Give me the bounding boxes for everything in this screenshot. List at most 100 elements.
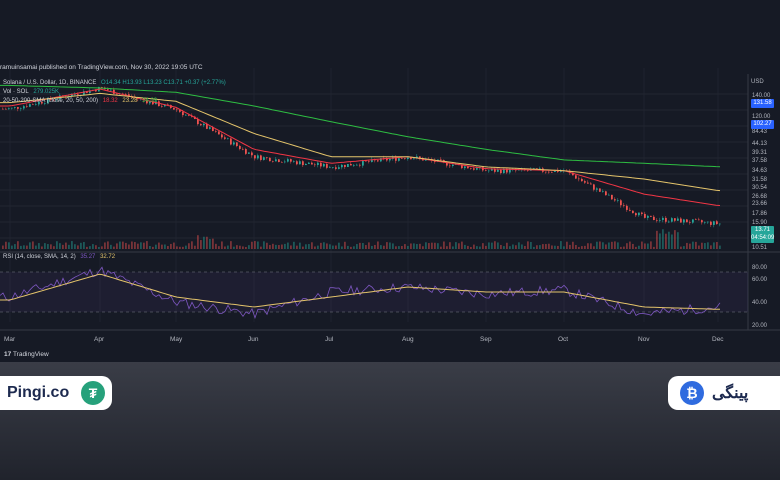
- volume-bar: [146, 241, 148, 249]
- volume-bar: [308, 244, 310, 249]
- candle-body: [650, 215, 652, 217]
- volume-bar: [35, 245, 37, 249]
- volume-bar: [29, 242, 31, 249]
- volume-bar: [215, 243, 217, 249]
- candle-body: [407, 157, 409, 160]
- volume-bar: [356, 244, 358, 249]
- volume-bar: [86, 246, 88, 249]
- volume-bar: [83, 242, 85, 249]
- candle-body: [638, 212, 640, 216]
- volume-bar: [239, 245, 241, 249]
- volume-bar: [563, 246, 565, 249]
- volume-bar: [632, 243, 634, 249]
- volume-bar: [122, 241, 124, 249]
- candle-body: [449, 165, 451, 167]
- price-tick-label: 39.31: [752, 150, 768, 156]
- candle-body: [677, 218, 679, 221]
- candle-body: [485, 170, 487, 171]
- volume-bar: [8, 242, 10, 249]
- candle-body: [647, 215, 649, 218]
- month-label: Nov: [638, 336, 650, 343]
- volume-bar: [575, 245, 577, 249]
- volume-bar: [305, 244, 307, 249]
- volume-bar: [413, 243, 415, 249]
- volume-bar: [155, 244, 157, 249]
- volume-bar: [704, 243, 706, 249]
- volume-bar: [557, 245, 559, 249]
- volume-bar: [629, 241, 631, 249]
- volume-bar: [374, 244, 376, 249]
- volume-bar: [107, 241, 109, 249]
- volume-bar: [80, 242, 82, 249]
- volume-bar: [653, 246, 655, 249]
- volume-bar: [383, 245, 385, 249]
- volume-bar: [644, 243, 646, 249]
- tradingview-chart[interactable]: ramuinsamai published on TradingView.com…: [0, 0, 780, 362]
- volume-bar: [158, 242, 160, 249]
- candle-body: [401, 158, 403, 159]
- volume-bar: [713, 242, 715, 249]
- volume-bar: [551, 245, 553, 249]
- volume-bar: [134, 242, 136, 249]
- candle-body: [77, 94, 79, 96]
- volume-bar: [200, 240, 202, 249]
- volume-bar: [359, 242, 361, 249]
- chart-svg[interactable]: [0, 0, 780, 362]
- sma-label: 20-50-200-SMA (close, 20, 50, 200): [3, 98, 99, 104]
- volume-bar: [620, 246, 622, 249]
- volume-bar: [410, 243, 412, 249]
- candle-body: [440, 159, 442, 161]
- volume-bar: [212, 238, 214, 249]
- volume-bar: [161, 244, 163, 249]
- volume-bar: [485, 245, 487, 249]
- candle-body: [275, 159, 277, 162]
- rsi-tick-label: 40.00: [752, 300, 768, 306]
- volume-bar: [452, 246, 454, 249]
- rsi-layer: [0, 266, 748, 320]
- month-label: Sep: [480, 336, 492, 343]
- candle-body: [200, 124, 202, 126]
- volume-legend[interactable]: Vol · SOL 279.025K: [3, 89, 62, 95]
- volume-bar: [695, 241, 697, 249]
- volume-bar: [74, 244, 76, 249]
- candle-body: [551, 171, 553, 173]
- volume-bar: [266, 242, 268, 249]
- volume-bar: [449, 242, 451, 249]
- volume-bar: [224, 246, 226, 249]
- sma20-line: [0, 88, 721, 206]
- volume-bar: [128, 244, 130, 249]
- site-name: Pingi.co: [7, 384, 70, 401]
- volume-bar: [524, 245, 526, 249]
- volume-bar: [602, 242, 604, 249]
- volume-bar: [479, 246, 481, 249]
- candle-body: [110, 89, 112, 91]
- volume-bar: [386, 242, 388, 249]
- candle-body: [335, 167, 337, 169]
- symbol-legend[interactable]: Solana / U.S. Dollar, 1D, BINANCE O14.34…: [3, 80, 229, 86]
- volume-bar: [440, 246, 442, 249]
- volume-bar: [335, 245, 337, 249]
- rsi-legend[interactable]: RSI (14, close, SMA, 14, 2) 35.27 32.72: [3, 254, 118, 260]
- volume-bar: [473, 244, 475, 249]
- candle-body: [596, 188, 598, 190]
- candle-body: [350, 163, 352, 166]
- volume-bar: [638, 245, 640, 249]
- month-label: Jun: [248, 336, 259, 343]
- volume-bar: [362, 243, 364, 249]
- candle-body: [293, 161, 295, 162]
- volume-bar: [521, 244, 523, 249]
- candle-body: [263, 157, 265, 160]
- candle-body: [599, 188, 601, 192]
- candle-body: [35, 104, 37, 105]
- volume-bar: [611, 241, 613, 249]
- candle-body: [368, 161, 370, 162]
- price-tick-label: 10.51: [752, 245, 768, 251]
- candle-body: [26, 106, 28, 107]
- candle-body: [305, 163, 307, 166]
- candle-body: [11, 107, 13, 109]
- volume-bar: [284, 243, 286, 249]
- candle-body: [242, 148, 244, 150]
- volume-bar: [536, 245, 538, 249]
- sma-legend[interactable]: 20-50-200-SMA (close, 20, 50, 200) 18.32…: [3, 98, 160, 104]
- month-label: Jul: [325, 336, 334, 343]
